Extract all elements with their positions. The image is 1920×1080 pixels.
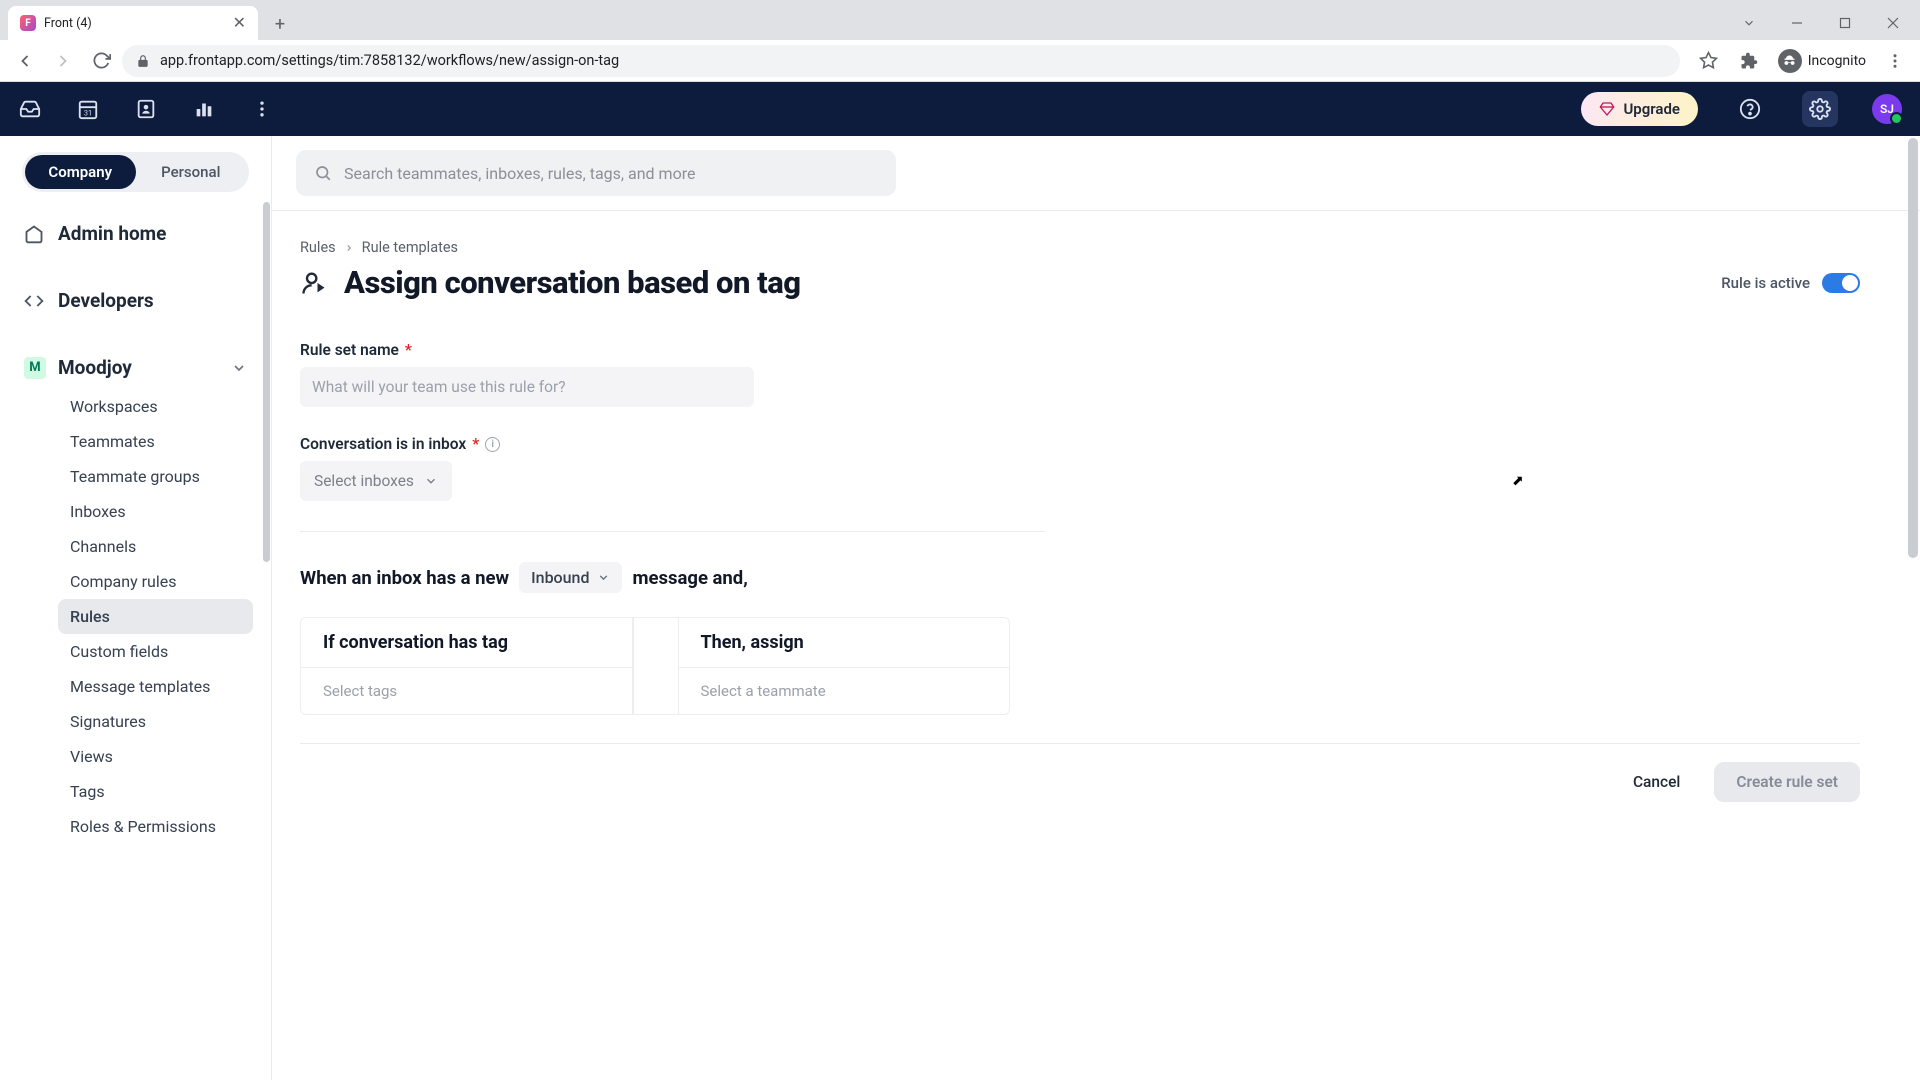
minimize-button[interactable] <box>1774 8 1820 38</box>
browser-tab[interactable]: F Front (4) ✕ <box>8 6 258 40</box>
contacts-icon[interactable] <box>134 97 158 121</box>
browser-menu-icon[interactable] <box>1878 44 1912 78</box>
rule-active-toggle[interactable] <box>1822 273 1860 293</box>
column-then-header: Then, assign <box>679 618 1010 668</box>
browser-toolbar: app.frontapp.com/settings/tim:7858132/wo… <box>0 40 1920 82</box>
app-header: 31 Upgrade SJ <box>0 82 1920 136</box>
url-text: app.frontapp.com/settings/tim:7858132/wo… <box>160 52 619 69</box>
gem-icon <box>1599 101 1615 117</box>
sidebar-subitems: Workspaces Teammates Teammate groups Inb… <box>10 389 261 844</box>
sidebar-item-views[interactable]: Views <box>58 739 253 774</box>
breadcrumb-rules[interactable]: Rules <box>300 239 336 256</box>
sidebar-scrollbar[interactable] <box>261 202 271 1080</box>
settings-sidebar: Company Personal Admin home Developers M… <box>0 136 272 1080</box>
sidebar-item-company-rules[interactable]: Company rules <box>58 564 253 599</box>
sidebar-admin-home[interactable]: Admin home <box>10 212 261 255</box>
settings-search[interactable] <box>296 150 896 196</box>
seg-personal[interactable]: Personal <box>136 155 247 189</box>
sidebar-item-rules[interactable]: Rules <box>58 599 253 634</box>
select-inboxes-dropdown[interactable]: Select inboxes <box>300 461 452 501</box>
divider <box>300 531 1045 532</box>
required-marker: * <box>472 435 479 453</box>
help-icon[interactable] <box>1732 91 1768 127</box>
sidebar-item-signatures[interactable]: Signatures <box>58 704 253 739</box>
column-gap <box>633 618 679 714</box>
select-tags-cell[interactable]: Select tags <box>301 668 632 714</box>
form-footer: Cancel Create rule set <box>300 743 1860 802</box>
workspace-badge: M <box>24 357 46 379</box>
sidebar-item-tags[interactable]: Tags <box>58 774 253 809</box>
analytics-icon[interactable] <box>192 97 216 121</box>
breadcrumb: Rules Rule templates <box>300 239 1860 256</box>
sidebar-item-inboxes[interactable]: Inboxes <box>58 494 253 529</box>
reload-button[interactable] <box>84 44 118 78</box>
incognito-label: Incognito <box>1808 53 1866 69</box>
settings-icon[interactable] <box>1802 91 1838 127</box>
calendar-icon[interactable]: 31 <box>76 97 100 121</box>
inbox-label: Conversation is in inbox <box>300 435 466 453</box>
ruleset-name-input[interactable] <box>300 367 754 407</box>
tab-bar: F Front (4) ✕ + <box>0 0 1920 40</box>
breadcrumb-templates[interactable]: Rule templates <box>362 239 458 256</box>
sidebar-developers[interactable]: Developers <box>10 279 261 322</box>
address-bar[interactable]: app.frontapp.com/settings/tim:7858132/wo… <box>122 45 1680 77</box>
chevron-down-icon <box>424 474 438 488</box>
trigger-sentence: When an inbox has a new Inbound message … <box>300 562 1860 593</box>
back-button[interactable] <box>8 44 42 78</box>
extensions-icon[interactable] <box>1732 44 1766 78</box>
upgrade-button[interactable]: Upgrade <box>1581 92 1698 126</box>
cancel-button[interactable]: Cancel <box>1611 762 1702 802</box>
sidebar-item-message-templates[interactable]: Message templates <box>58 669 253 704</box>
home-icon <box>24 224 44 244</box>
ruleset-name-label: Rule set name <box>300 341 399 359</box>
seg-company[interactable]: Company <box>25 155 136 189</box>
window-controls <box>1726 8 1916 38</box>
svg-text:31: 31 <box>84 108 92 117</box>
chevron-down-icon <box>231 360 247 376</box>
tabs-chevron-icon[interactable] <box>1726 8 1772 38</box>
sidebar-item-workspaces[interactable]: Workspaces <box>58 389 253 424</box>
incognito-icon <box>1778 49 1802 73</box>
user-avatar[interactable]: SJ <box>1872 94 1902 124</box>
incognito-indicator[interactable]: Incognito <box>1772 49 1872 73</box>
scope-segmented-control: Company Personal <box>22 152 249 192</box>
select-teammate-cell[interactable]: Select a teammate <box>679 668 1010 714</box>
info-icon[interactable]: i <box>485 437 500 452</box>
bookmark-star-icon[interactable] <box>1692 44 1726 78</box>
sidebar-item-channels[interactable]: Channels <box>58 529 253 564</box>
sidebar-item-roles-permissions[interactable]: Roles & Permissions <box>58 809 253 844</box>
browser-chrome: F Front (4) ✕ + app.frontapp.com/setting… <box>0 0 1920 82</box>
sidebar-group-moodjoy[interactable]: M Moodjoy <box>10 346 261 389</box>
forward-button[interactable] <box>46 44 80 78</box>
close-tab-icon[interactable]: ✕ <box>233 15 246 31</box>
column-if-header: If conversation has tag <box>301 618 632 668</box>
chevron-down-icon <box>597 571 610 584</box>
sidebar-item-teammate-groups[interactable]: Teammate groups <box>58 459 253 494</box>
inbox-icon[interactable] <box>18 97 42 121</box>
page-title: Assign conversation based on tag <box>344 264 801 301</box>
close-window-button[interactable] <box>1870 8 1916 38</box>
content-scrollbar[interactable] <box>1906 136 1920 1080</box>
maximize-button[interactable] <box>1822 8 1868 38</box>
chevron-right-icon <box>344 243 354 253</box>
create-rule-set-button[interactable]: Create rule set <box>1714 762 1860 802</box>
assign-icon <box>300 269 328 297</box>
tab-title: Front (4) <box>44 16 225 31</box>
condition-table: If conversation has tag Select tags Then… <box>300 617 1010 715</box>
main-content: Rules Rule templates Assign conversation… <box>272 136 1920 1080</box>
direction-select[interactable]: Inbound <box>519 562 622 593</box>
required-marker: * <box>405 341 412 359</box>
upgrade-label: Upgrade <box>1623 100 1680 118</box>
search-icon <box>314 164 332 182</box>
sidebar-item-teammates[interactable]: Teammates <box>58 424 253 459</box>
rule-active-label: Rule is active <box>1721 274 1810 292</box>
sidebar-item-custom-fields[interactable]: Custom fields <box>58 634 253 669</box>
code-icon <box>24 291 44 311</box>
lock-icon <box>136 54 150 68</box>
new-tab-button[interactable]: + <box>266 10 294 38</box>
more-icon[interactable] <box>250 97 274 121</box>
front-favicon: F <box>20 15 36 31</box>
search-input[interactable] <box>344 164 878 183</box>
